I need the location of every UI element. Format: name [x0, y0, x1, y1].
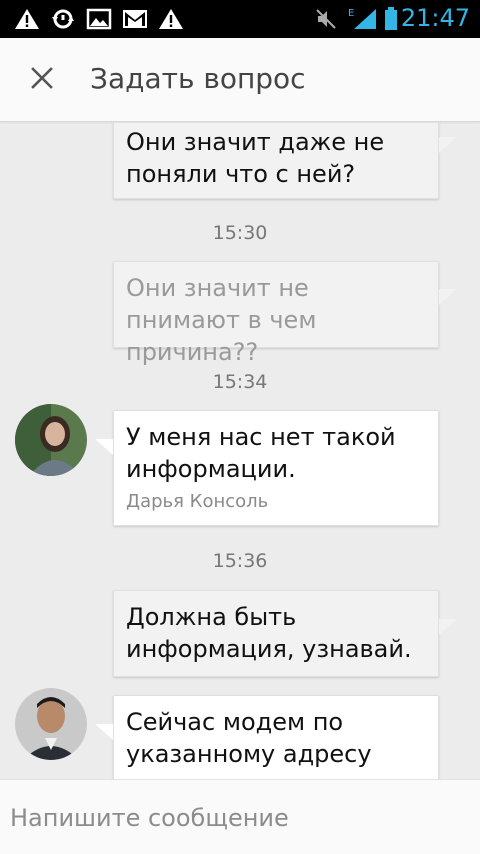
gmail-icon — [122, 8, 148, 30]
message-incoming[interactable]: У меня нас нет такой информации. Дарья К… — [113, 410, 439, 526]
close-icon — [30, 66, 54, 94]
timestamp: 15:34 — [212, 371, 268, 393]
message-outgoing-pending[interactable]: Они значит не пнимают в чем причина?? — [113, 261, 439, 366]
message-text: Должна быть информация, узнавай. — [126, 603, 412, 663]
close-button[interactable] — [22, 60, 62, 100]
image-icon — [86, 8, 112, 30]
message-input-bar — [0, 779, 480, 854]
avatar[interactable] — [15, 404, 87, 476]
message-outgoing[interactable]: Они значит даже не поняли что с ней? — [113, 123, 439, 199]
bubble-tail — [439, 137, 457, 153]
sync-icon — [50, 8, 76, 30]
timestamp: 15:36 — [212, 550, 268, 572]
signal-icon: E — [346, 8, 378, 30]
bubble-tail — [439, 289, 457, 305]
warning-icon — [14, 8, 40, 30]
message-text: Сейчас модем по указанному адресу — [126, 708, 372, 768]
warning-icon — [158, 8, 184, 30]
network-type-label: E — [348, 8, 354, 19]
battery-icon — [384, 7, 398, 30]
status-bar: E 21:47 — [0, 0, 480, 38]
bubble-tail — [95, 724, 113, 740]
message-text: Они значит даже не поняли что с ней? — [126, 128, 385, 188]
message-text: У меня нас нет такой информации. — [126, 423, 396, 483]
timestamp: 15:30 — [212, 222, 268, 244]
page-title: Задать вопрос — [90, 62, 306, 95]
message-text: Они значит не пнимают в чем причина?? — [126, 274, 317, 366]
chat-thread[interactable]: Они значит даже не поняли что с ней? 15:… — [0, 123, 480, 779]
status-clock: 21:47 — [400, 4, 470, 32]
avatar[interactable] — [15, 688, 87, 760]
app-bar: Задать вопрос — [0, 38, 480, 122]
sender-name: Дарья Консоль — [126, 491, 269, 512]
message-input[interactable] — [0, 780, 480, 854]
bubble-tail — [439, 619, 457, 635]
mute-icon — [315, 8, 337, 30]
message-incoming[interactable]: Сейчас модем по указанному адресу — [113, 695, 439, 779]
bubble-tail — [95, 439, 113, 455]
message-outgoing[interactable]: Должна быть информация, узнавай. — [113, 590, 439, 677]
